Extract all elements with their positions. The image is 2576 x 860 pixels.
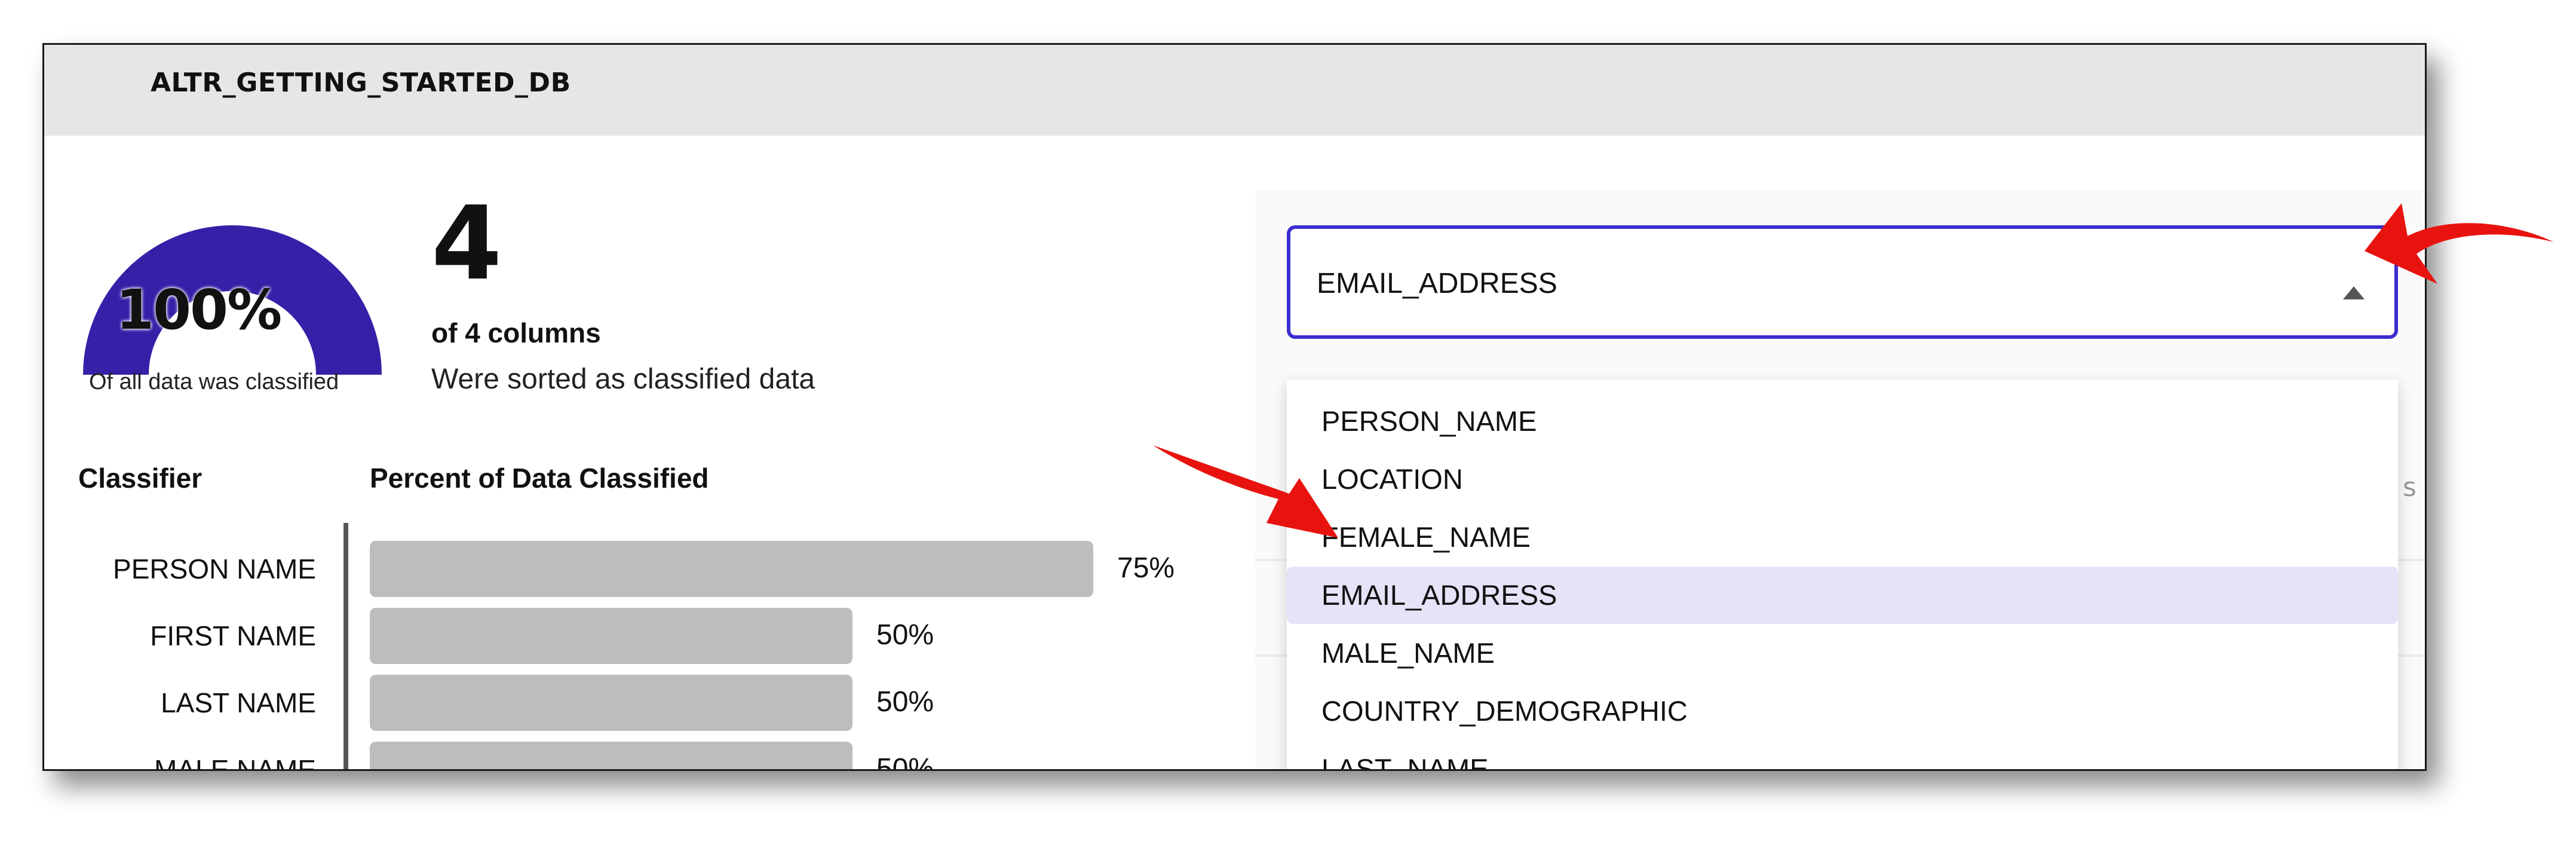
arrow-pointing-right-icon (1153, 445, 1338, 538)
annotation-arrows (1153, 203, 2554, 538)
arrow-pointing-left-icon (2365, 203, 2554, 284)
